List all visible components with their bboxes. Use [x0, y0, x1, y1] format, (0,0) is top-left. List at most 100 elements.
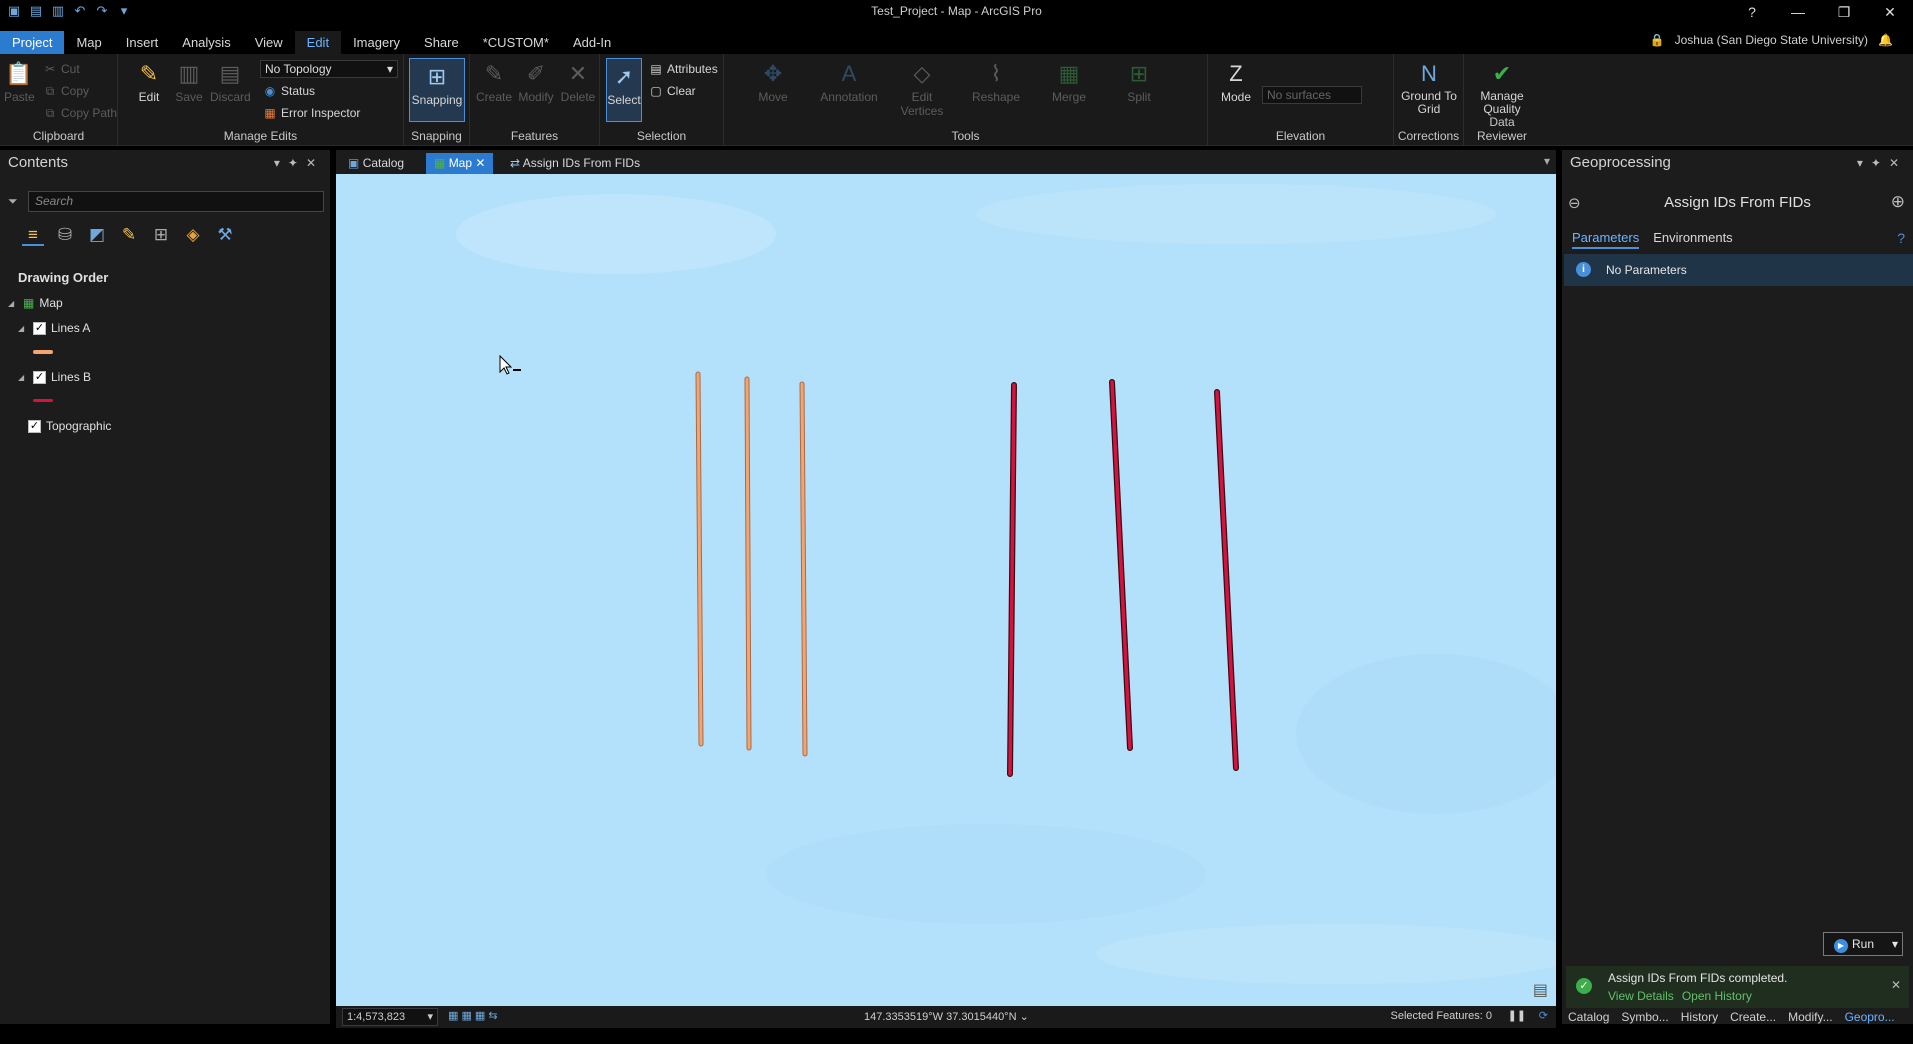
features-group-label: Features [510, 129, 559, 143]
tab-view[interactable]: View [243, 31, 295, 54]
selected-features-count[interactable]: Selected Features: 0 [1390, 1010, 1492, 1022]
dock-tab-history[interactable]: History [1681, 1010, 1718, 1028]
dock-tab-geoprocessing[interactable]: Geopro... [1845, 1010, 1895, 1028]
tab-map[interactable]: Map [64, 31, 113, 54]
snapping-button[interactable]: ⊞ Snapping [409, 58, 465, 122]
delete-button[interactable]: ✕ Delete [560, 60, 596, 104]
toc-layer-topographic[interactable]: ✓ Topographic [28, 419, 111, 433]
coordinate-readout[interactable]: 147.3353519°W 37.3015440°N ⌄ [864, 1010, 1029, 1023]
notification-bell-icon[interactable]: 🔔 [1878, 33, 1893, 47]
map-icon: ▦ [434, 156, 446, 170]
user-account[interactable]: 🔒 Joshua (San Diego State University) 🔔 [1650, 33, 1893, 47]
minimize-button[interactable]: — [1775, 0, 1821, 24]
restore-button[interactable]: ❐ [1821, 0, 1867, 24]
paste-button[interactable]: 📋 Paste [4, 60, 35, 104]
view-details-link[interactable]: View Details [1608, 989, 1674, 1003]
edit-vertices-button[interactable]: ◇ Edit Vertices [894, 60, 950, 118]
create-button[interactable]: ✎ Create [476, 60, 512, 104]
move-tool-button[interactable]: ✥ Move [748, 60, 798, 104]
lines-a-features[interactable] [695, 371, 808, 757]
tabs-overflow-icon[interactable]: ▾ [1544, 154, 1550, 168]
list-by-editing-icon[interactable]: ✎ [118, 224, 140, 246]
tab-imagery[interactable]: Imagery [341, 31, 412, 54]
filter-icon[interactable]: ⏷ [8, 194, 18, 209]
tab-share[interactable]: Share [412, 31, 471, 54]
list-by-labeling-icon[interactable]: ◈ [182, 224, 204, 246]
list-by-charts-icon[interactable]: ⚒ [214, 224, 236, 246]
dock-tab-modify[interactable]: Modify... [1788, 1010, 1832, 1028]
elevation-mode-button[interactable]: Z Mode [1216, 60, 1256, 104]
chevron-down-icon[interactable]: ▾ [1892, 933, 1898, 955]
annotation-tool-button[interactable]: A Annotation [816, 60, 882, 104]
clear-selection-button[interactable]: ▢ Clear [648, 84, 695, 98]
map-canvas[interactable] [336, 174, 1556, 1006]
merge-button[interactable]: ▦ Merge [1044, 60, 1094, 104]
visibility-checkbox[interactable]: ✓ [33, 370, 46, 384]
help-button[interactable]: ? [1729, 0, 1775, 24]
close-tab-icon[interactable]: ✕ [475, 156, 485, 170]
tab-catalog[interactable]: ▣ Catalog [340, 153, 412, 174]
refresh-icon[interactable]: ⟳ [1539, 1009, 1548, 1022]
tab-add-in[interactable]: Add-In [561, 31, 623, 54]
collapse-triangle-icon[interactable]: ◢ [18, 324, 28, 333]
surfaces-dropdown[interactable]: No surfaces [1262, 86, 1362, 104]
pane-controls[interactable]: ▾✦✕ [1857, 150, 1907, 176]
collapse-triangle-icon[interactable]: ◢ [18, 373, 28, 382]
pause-drawing-icon[interactable]: ❚❚ [1508, 1009, 1526, 1022]
error-inspector-button[interactable]: ▦ Error Inspector [262, 106, 360, 120]
split-button[interactable]: ⊞ Split [1114, 60, 1164, 104]
tab-insert[interactable]: Insert [114, 31, 171, 54]
cut-button[interactable]: ✂ Cut [42, 62, 80, 76]
discard-edits-button[interactable]: ▤ Discard [210, 60, 251, 104]
contents-search-input[interactable]: Search [28, 191, 324, 212]
tab-project[interactable]: Project [0, 31, 65, 54]
lines-a-symbol[interactable] [33, 350, 53, 354]
lines-b-symbol[interactable] [33, 399, 53, 402]
select-button[interactable]: ➚ Select [606, 58, 642, 122]
add-icon[interactable]: ⊕ [1891, 192, 1905, 212]
reshape-button[interactable]: ⌇ Reshape [968, 60, 1024, 104]
list-by-snapping-icon[interactable]: ⊞ [150, 224, 172, 246]
contents-title: Contents [8, 154, 69, 171]
toc-map[interactable]: ◢ ▦ Map [8, 296, 63, 310]
list-by-selection-icon[interactable]: ◩ [86, 224, 108, 246]
list-by-source-icon[interactable]: ⛁ [54, 224, 76, 246]
scale-dropdown[interactable]: 1:4,573,823 ▾ [342, 1008, 438, 1026]
tab-map-view[interactable]: ▦ Map ✕ [426, 153, 494, 174]
tab-environments[interactable]: Environments [1653, 230, 1732, 249]
status-button[interactable]: ◉ Status [262, 84, 315, 98]
collapse-triangle-icon[interactable]: ◢ [8, 299, 18, 308]
tab-edit[interactable]: Edit [294, 31, 342, 54]
copy-path-button[interactable]: ⧉ Copy Path [42, 106, 117, 121]
dock-tab-symbology[interactable]: Symbo... [1621, 1010, 1668, 1028]
dock-tab-create[interactable]: Create... [1730, 1010, 1776, 1028]
tab-assign-ids[interactable]: ⇄ Assign IDs From FIDs [502, 153, 648, 174]
modify-button[interactable]: ✐ Modify [516, 60, 556, 104]
topology-dropdown[interactable]: No Topology ▾ [260, 60, 398, 78]
copy-button[interactable]: ⧉ Copy [42, 84, 89, 99]
lines-b-features[interactable] [1007, 379, 1239, 777]
map-nav-icons[interactable]: ▦ ▦ ▦ ⇆ [448, 1009, 498, 1022]
edit-button[interactable]: ✎ Edit [132, 60, 166, 104]
map-view[interactable]: ▤ [336, 174, 1556, 1006]
manage-quality-button[interactable]: ✔ Manage Quality [1468, 60, 1536, 116]
tab-custom[interactable]: *CUSTOM* [471, 31, 561, 54]
dismiss-icon[interactable]: ✕ [1891, 978, 1901, 992]
map-notes-icon[interactable]: ▤ [1533, 980, 1548, 1000]
open-history-link[interactable]: Open History [1682, 989, 1752, 1003]
list-by-drawing-order-icon[interactable]: ≡ [22, 224, 44, 246]
visibility-checkbox[interactable]: ✓ [28, 419, 41, 433]
save-edits-button[interactable]: ▥ Save [174, 60, 204, 104]
run-button[interactable]: ▶ Run ▾ [1823, 932, 1903, 956]
pane-controls[interactable]: ▾✦✕ [274, 150, 324, 176]
ground-to-grid-button[interactable]: N Ground To Grid [1398, 60, 1460, 116]
help-icon[interactable]: ? [1897, 230, 1905, 246]
close-button[interactable]: ✕ [1867, 0, 1913, 24]
visibility-checkbox[interactable]: ✓ [33, 321, 46, 335]
tab-parameters[interactable]: Parameters [1572, 230, 1640, 249]
tab-analysis[interactable]: Analysis [170, 31, 242, 54]
attributes-button[interactable]: ▤ Attributes [648, 62, 717, 76]
toc-layer-lines-b[interactable]: ◢ ✓ Lines B [18, 370, 91, 384]
toc-layer-lines-a[interactable]: ◢ ✓ Lines A [18, 321, 90, 335]
dock-tab-catalog[interactable]: Catalog [1568, 1010, 1609, 1028]
